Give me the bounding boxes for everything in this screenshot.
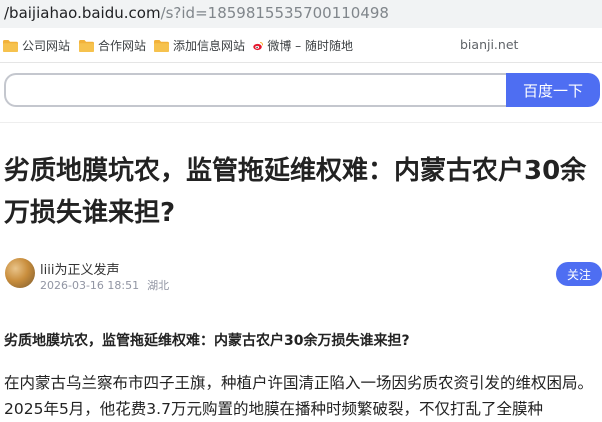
search-button[interactable]: 百度一下 xyxy=(506,73,600,107)
author-avatar[interactable] xyxy=(5,258,35,288)
bookmark-label: 添加信息网站 xyxy=(173,39,246,53)
bookmark-add-info-sites[interactable]: 添加信息网站 xyxy=(154,37,245,54)
article-meta: 2026-03-16 18:51 湖北 xyxy=(40,277,177,293)
folder-icon xyxy=(79,39,94,52)
bookmark-company-sites[interactable]: 公司网站 xyxy=(3,37,70,54)
article-subheading: 劣质地膜坑农，监管拖延维权难：内蒙古农户30余万损失谁来担? xyxy=(4,333,410,349)
watermark-text: bianji.net xyxy=(460,37,519,52)
bookmark-label: 微博 – 随时随地 xyxy=(267,39,353,53)
follow-button[interactable]: 关注 xyxy=(556,262,602,286)
url-text[interactable]: /baijiahao.baidu.com/s?id=18598155357001… xyxy=(4,4,389,22)
publish-datetime: 2026-03-16 18:51 xyxy=(40,279,140,292)
header-divider xyxy=(0,122,602,123)
publish-location: 湖北 xyxy=(147,279,170,292)
folder-icon xyxy=(154,39,169,52)
bookmark-weibo[interactable]: 微博 – 随时随地 xyxy=(253,37,353,54)
author-name[interactable]: liii为正义发声 xyxy=(40,259,119,278)
search-input[interactable] xyxy=(4,73,526,107)
search-bar: 百度一下 xyxy=(4,73,600,107)
bookmark-partner-sites[interactable]: 合作网站 xyxy=(79,37,146,54)
folder-icon xyxy=(3,39,18,52)
bookmark-label: 公司网站 xyxy=(22,39,71,53)
url-path: /s?id=1859815535700110498 xyxy=(160,4,389,22)
article-title: 劣质地膜坑农，监管拖延维权难：内蒙古农户30余万损失谁来担? xyxy=(4,156,587,228)
bookmark-label: 合作网站 xyxy=(98,39,147,53)
weibo-icon xyxy=(253,41,264,50)
article-body: 在内蒙古乌兰察布市四子王旗，种植户许国清正陷入一场因劣质农资引发的维权困局。20… xyxy=(4,374,594,418)
address-bar[interactable]: /baijiahao.baidu.com/s?id=18598155357001… xyxy=(0,0,602,28)
url-host: /baijiahao.baidu.com xyxy=(4,4,161,22)
